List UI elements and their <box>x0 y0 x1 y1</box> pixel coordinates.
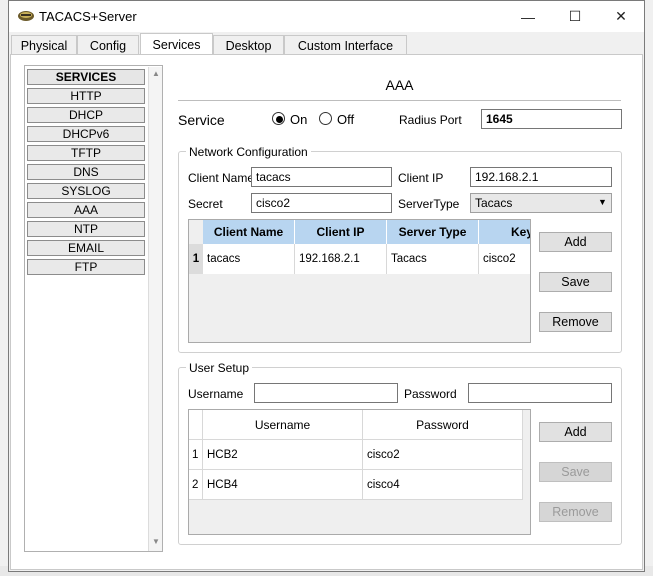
column-header-client-name[interactable]: Client Name <box>203 220 295 244</box>
username-field[interactable] <box>254 383 398 403</box>
table-row[interactable]: 1 tacacs 192.168.2.1 Tacacs cisco2 <box>189 244 530 274</box>
username-label: Username <box>188 387 244 401</box>
tab-label: Desktop <box>225 38 272 53</box>
services-header: SERVICES <box>27 69 145 85</box>
title-divider <box>178 100 621 101</box>
tab-label: Config <box>89 38 127 53</box>
row-number: 1 <box>189 244 203 274</box>
maximize-icon: ☐ <box>568 8 582 24</box>
cell-username: HCB2 <box>203 440 363 470</box>
add-client-button[interactable]: Add <box>539 232 612 252</box>
cell-server-type: Tacacs <box>387 244 479 274</box>
service-on-label: On <box>290 112 308 127</box>
service-on-radio[interactable] <box>272 112 285 125</box>
tab-label: Services <box>152 37 201 52</box>
column-header-server-type[interactable]: Server Type <box>387 220 479 244</box>
page-title: AAA <box>385 77 414 93</box>
service-off-label: Off <box>337 112 355 127</box>
tab-services[interactable]: Services <box>140 33 213 55</box>
column-header-password[interactable]: Password <box>363 410 523 440</box>
column-header-username[interactable]: Username <box>203 410 363 440</box>
service-item-dhcp[interactable]: DHCP <box>27 107 145 123</box>
cell-password: cisco2 <box>363 440 523 470</box>
client-ip-label: Client IP <box>398 171 444 185</box>
secret-field[interactable]: cisco2 <box>251 193 392 213</box>
server-app-icon <box>18 11 34 21</box>
tab-desktop[interactable]: Desktop <box>213 35 284 55</box>
close-button[interactable]: ✕ <box>598 1 644 32</box>
cell-client-name: tacacs <box>203 244 295 274</box>
service-item-tftp[interactable]: TFTP <box>27 145 145 161</box>
remove-user-button[interactable]: Remove <box>539 502 612 522</box>
password-field[interactable] <box>468 383 612 403</box>
table-row[interactable]: 2 HCB4 cisco4 <box>189 470 523 500</box>
tab-bar: Physical Config Services Desktop Custom … <box>9 33 644 55</box>
service-item-aaa[interactable]: AAA <box>27 202 145 218</box>
services-list: SERVICES HTTP DHCP DHCPv6 TFTP DNS SYSLO… <box>24 65 163 552</box>
save-user-button[interactable]: Save <box>539 462 612 482</box>
tab-custom-interface[interactable]: Custom Interface <box>284 35 407 55</box>
radius-port-label: Radius Port <box>399 113 462 127</box>
window-title: TACACS+Server <box>39 9 137 24</box>
service-item-email[interactable]: EMAIL <box>27 240 145 256</box>
tab-label: Custom Interface <box>297 38 394 53</box>
password-label: Password <box>404 387 457 401</box>
row-number: 2 <box>189 470 203 500</box>
column-header-client-ip[interactable]: Client IP <box>295 220 387 244</box>
tab-label: Physical <box>20 38 68 53</box>
radius-port-field[interactable]: 1645 <box>481 109 622 129</box>
table-row[interactable]: 1 HCB2 cisco2 <box>189 440 523 470</box>
chevron-down-icon: ▼ <box>598 197 607 207</box>
minimize-button[interactable]: — <box>505 1 551 32</box>
tab-physical[interactable]: Physical <box>11 35 77 55</box>
service-item-http[interactable]: HTTP <box>27 88 145 104</box>
users-table: Username Password 1 HCB2 cisco2 2 HCB4 c… <box>188 409 531 535</box>
client-ip-field[interactable]: 192.168.2.1 <box>470 167 612 187</box>
minimize-icon: — <box>521 8 535 25</box>
row-number-header <box>189 410 203 440</box>
service-off-radio[interactable] <box>319 112 332 125</box>
title-bar[interactable]: TACACS+Server — ☐ ✕ <box>9 1 644 32</box>
column-header-key[interactable]: Key <box>479 220 530 244</box>
cell-password: cisco4 <box>363 470 523 500</box>
service-item-syslog[interactable]: SYSLOG <box>27 183 145 199</box>
network-configuration-legend: Network Configuration <box>186 145 311 159</box>
service-item-dns[interactable]: DNS <box>27 164 145 180</box>
cell-key: cisco2 <box>479 244 530 274</box>
service-item-dhcpv6[interactable]: DHCPv6 <box>27 126 145 142</box>
cell-username: HCB4 <box>203 470 363 500</box>
cell-client-ip: 192.168.2.1 <box>295 244 387 274</box>
server-type-select[interactable]: Tacacs ▼ <box>470 193 612 213</box>
services-content: SERVICES HTTP DHCP DHCPv6 TFTP DNS SYSLO… <box>10 54 643 570</box>
user-setup-legend: User Setup <box>186 361 253 375</box>
tab-config[interactable]: Config <box>77 35 139 55</box>
save-client-button[interactable]: Save <box>539 272 612 292</box>
scroll-down-icon[interactable]: ▼ <box>152 537 160 546</box>
scroll-up-icon[interactable]: ▲ <box>152 69 160 78</box>
secret-label: Secret <box>188 197 223 211</box>
service-label: Service <box>178 112 225 128</box>
row-number-header <box>189 220 203 244</box>
maximize-button[interactable]: ☐ <box>552 1 598 32</box>
client-name-field[interactable]: tacacs <box>251 167 392 187</box>
remove-client-button[interactable]: Remove <box>539 312 612 332</box>
services-scrollbar[interactable]: ▲ ▼ <box>148 67 162 551</box>
client-name-label: Client Name <box>188 171 255 185</box>
add-user-button[interactable]: Add <box>539 422 612 442</box>
clients-table: Client Name Client IP Server Type Key 1 … <box>188 219 531 343</box>
close-icon: ✕ <box>615 8 627 24</box>
tacacs-server-window: TACACS+Server — ☐ ✕ Physical Config Serv… <box>8 0 645 572</box>
service-item-ftp[interactable]: FTP <box>27 259 145 275</box>
service-item-ntp[interactable]: NTP <box>27 221 145 237</box>
server-type-label: ServerType <box>398 197 460 211</box>
row-number: 1 <box>189 440 203 470</box>
